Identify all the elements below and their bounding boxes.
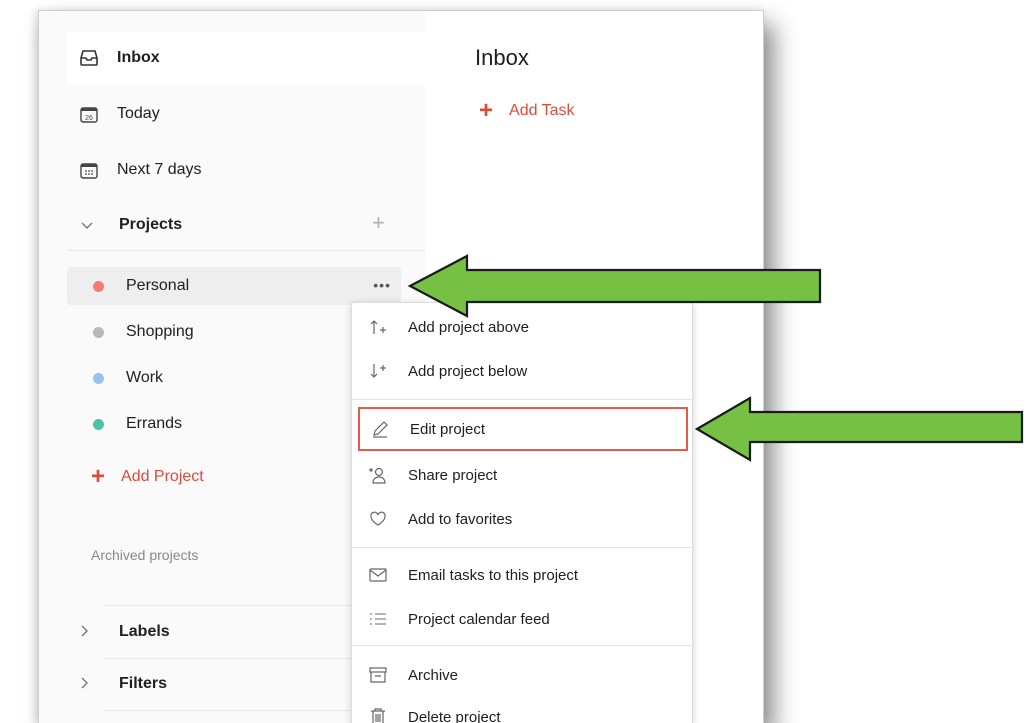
section-divider bbox=[67, 250, 425, 251]
page-title: Inbox bbox=[475, 45, 529, 71]
menu-item-delete-project[interactable]: Delete project bbox=[356, 697, 688, 723]
add-task-button[interactable]: + Add Task bbox=[479, 97, 575, 125]
menu-item-calendar-feed[interactable]: Project calendar feed bbox=[356, 599, 688, 639]
project-color-dot bbox=[93, 281, 104, 292]
more-options-icon[interactable]: ••• bbox=[373, 277, 391, 293]
arrow-down-plus-icon bbox=[368, 361, 388, 381]
project-label: Shopping bbox=[126, 323, 194, 341]
menu-divider bbox=[352, 547, 692, 548]
project-color-dot bbox=[93, 419, 104, 430]
calendar-today-icon: 26 bbox=[79, 104, 99, 124]
plus-icon: + bbox=[479, 97, 493, 125]
menu-item-add-to-favorites[interactable]: Add to favorites bbox=[356, 499, 688, 539]
nav-today-label: Today bbox=[117, 105, 160, 123]
nav-next-7-days[interactable]: Next 7 days bbox=[67, 143, 425, 197]
menu-item-archive[interactable]: Archive bbox=[356, 655, 688, 695]
project-label: Work bbox=[126, 369, 163, 387]
archived-projects-link[interactable]: Archived projects bbox=[91, 547, 198, 563]
add-project-label: Add Project bbox=[121, 468, 204, 486]
nav-today[interactable]: 26 Today bbox=[67, 87, 425, 141]
project-personal[interactable]: Personal ••• bbox=[67, 267, 401, 305]
menu-item-share-project[interactable]: Share project bbox=[356, 455, 688, 495]
list-icon bbox=[368, 609, 388, 629]
nav-inbox[interactable]: Inbox bbox=[67, 31, 425, 85]
menu-item-add-below[interactable]: Add project below bbox=[356, 351, 688, 391]
menu-item-label: Project calendar feed bbox=[408, 611, 550, 628]
projects-header-label: Projects bbox=[119, 216, 182, 234]
add-task-label: Add Task bbox=[509, 102, 575, 120]
project-label: Personal bbox=[126, 277, 189, 295]
arrow-pointing-to-more-options-icon bbox=[405, 248, 825, 328]
arrow-pointing-to-edit-project-icon bbox=[692, 392, 1028, 468]
menu-item-label: Share project bbox=[408, 467, 497, 484]
chevron-down-icon bbox=[81, 217, 101, 233]
project-color-dot bbox=[93, 327, 104, 338]
project-context-menu: Add project above Add project below Edit… bbox=[351, 302, 693, 723]
plus-icon: + bbox=[91, 463, 105, 491]
menu-divider bbox=[352, 645, 692, 646]
archive-box-icon bbox=[368, 665, 388, 685]
chevron-right-icon bbox=[81, 624, 101, 640]
heart-icon bbox=[368, 509, 388, 529]
app-window: Inbox 26 Today Next 7 days Projects + Pe… bbox=[38, 10, 764, 723]
add-person-icon bbox=[368, 465, 388, 485]
nav-inbox-label: Inbox bbox=[117, 49, 160, 67]
menu-item-label: Add project below bbox=[408, 363, 527, 380]
menu-item-label: Archive bbox=[408, 667, 458, 684]
filters-header-label: Filters bbox=[119, 675, 167, 693]
menu-item-label: Delete project bbox=[408, 709, 501, 723]
add-project-plus-icon[interactable]: + bbox=[372, 210, 385, 236]
calendar-week-icon bbox=[79, 160, 99, 180]
menu-divider bbox=[352, 399, 692, 400]
labels-header-label: Labels bbox=[119, 623, 170, 641]
pencil-icon bbox=[370, 419, 390, 439]
calendar-day-number: 26 bbox=[85, 115, 93, 122]
add-project-button[interactable]: + Add Project bbox=[91, 463, 204, 491]
menu-item-label: Add to favorites bbox=[408, 511, 512, 528]
project-label: Errands bbox=[126, 415, 182, 433]
nav-next-7-days-label: Next 7 days bbox=[117, 161, 201, 179]
menu-item-email-tasks[interactable]: Email tasks to this project bbox=[356, 555, 688, 595]
trash-icon bbox=[368, 707, 388, 723]
menu-item-label: Edit project bbox=[410, 421, 485, 438]
menu-item-label: Email tasks to this project bbox=[408, 567, 578, 584]
chevron-right-icon bbox=[81, 676, 101, 692]
menu-item-edit-project[interactable]: Edit project bbox=[358, 407, 688, 451]
inbox-icon bbox=[79, 48, 99, 68]
project-color-dot bbox=[93, 373, 104, 384]
envelope-icon bbox=[368, 565, 388, 585]
arrow-up-plus-icon bbox=[368, 317, 388, 337]
